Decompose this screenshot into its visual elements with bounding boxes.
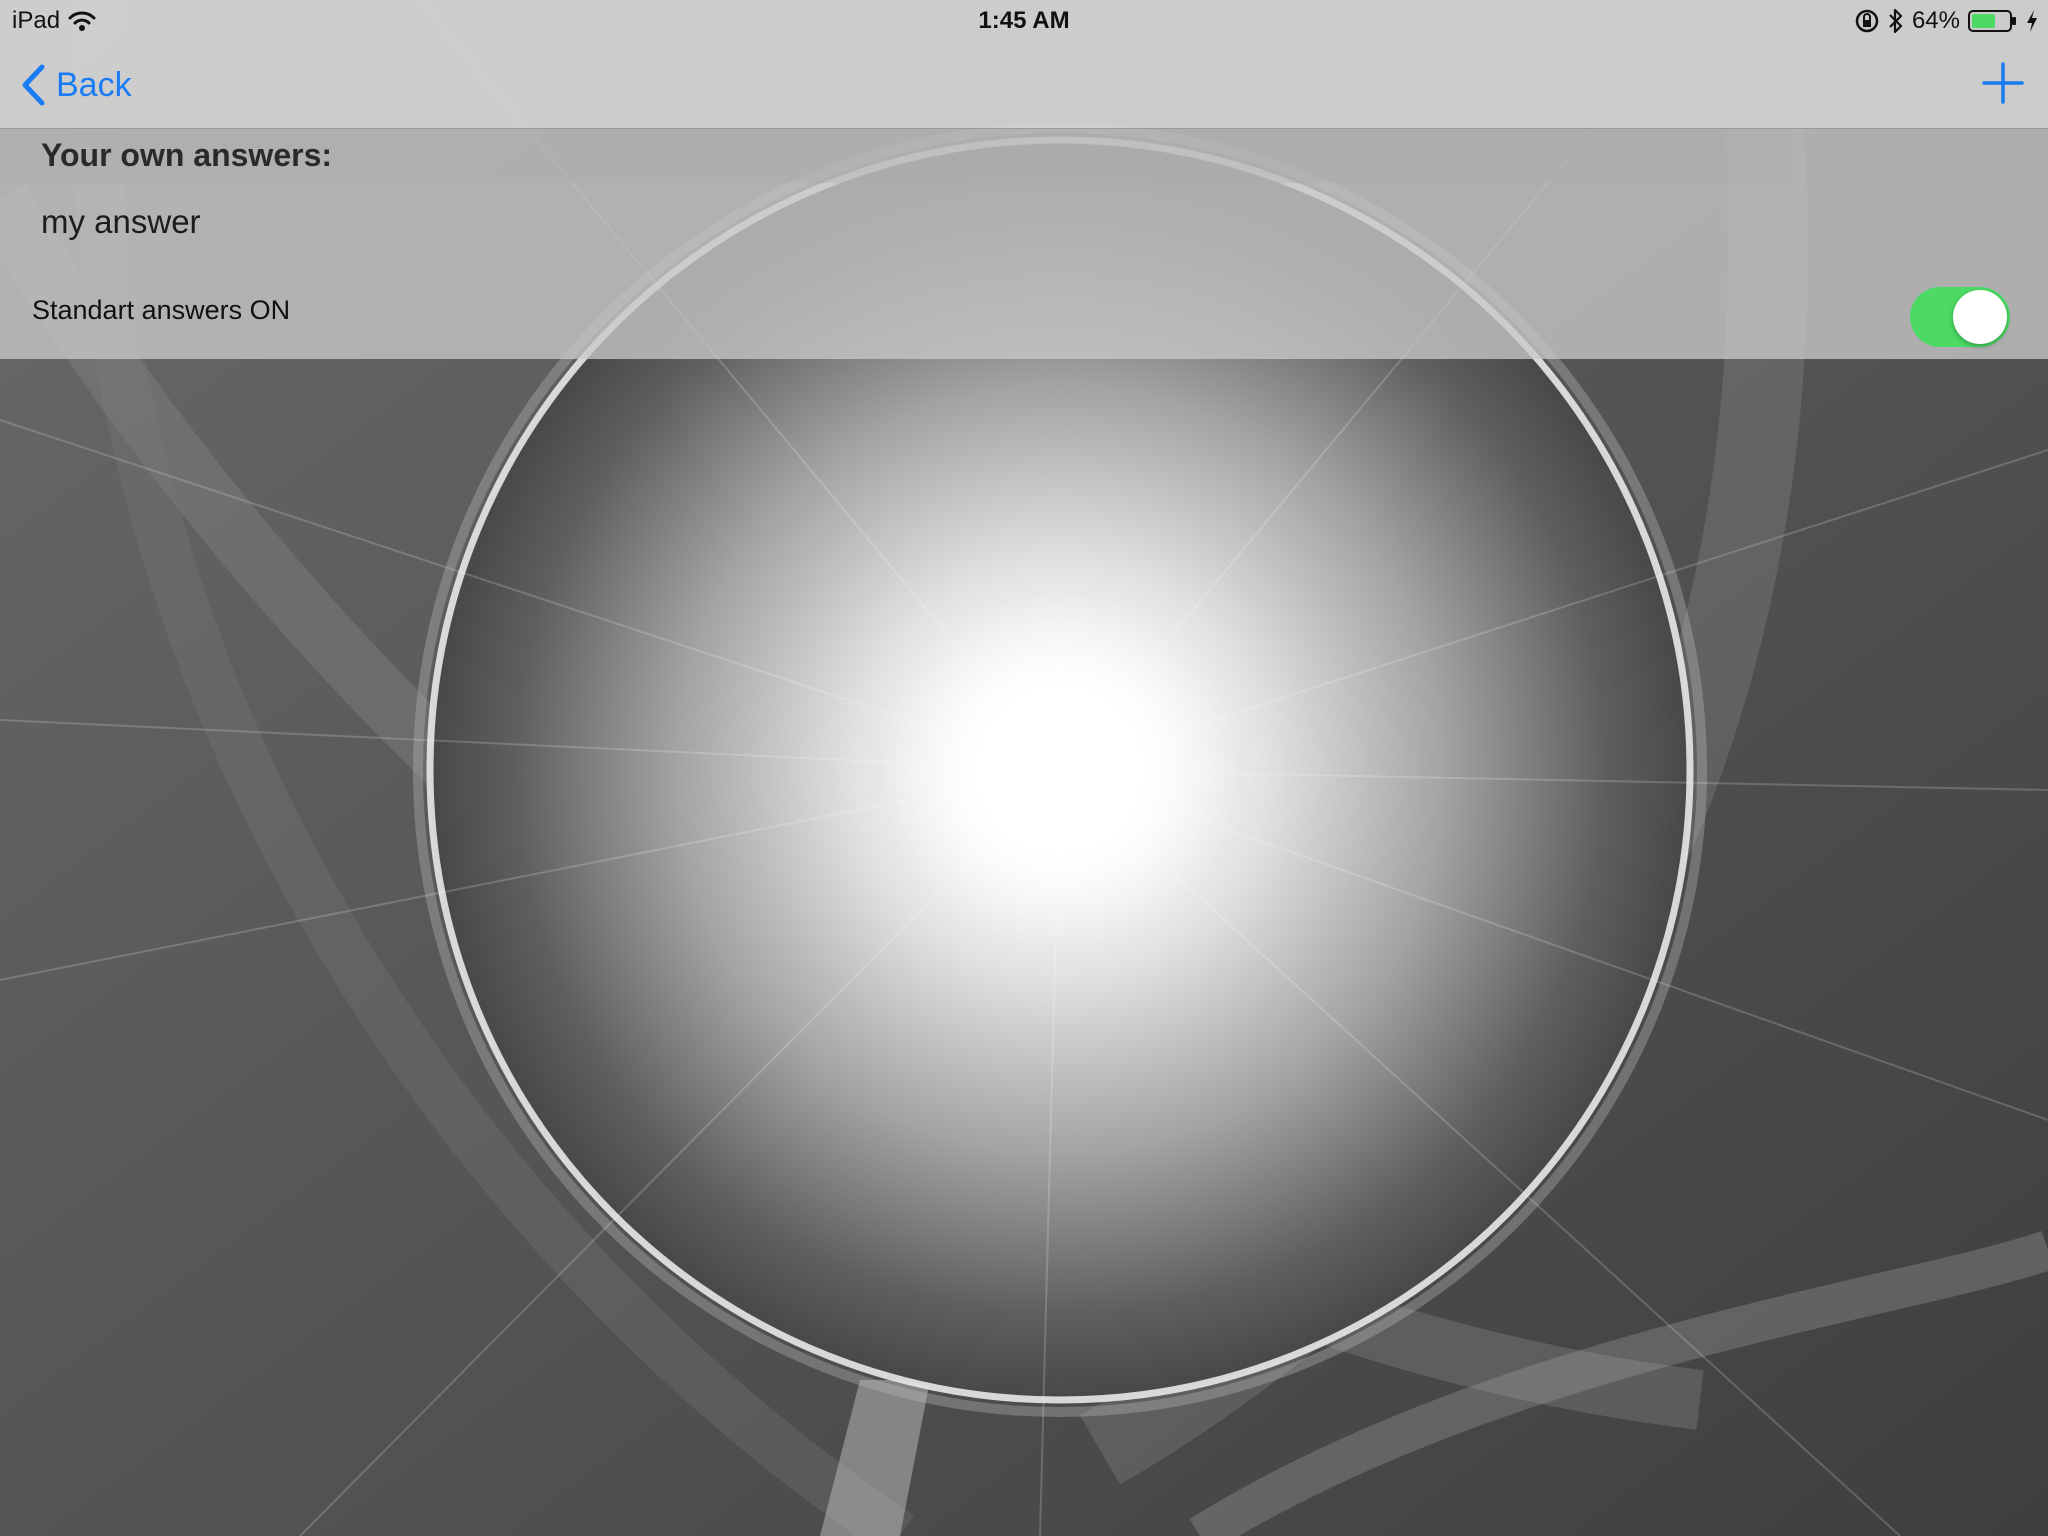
standard-answers-toggle[interactable]	[1910, 287, 2010, 347]
plus-icon	[1982, 62, 2024, 104]
section-header: Your own answers:	[0, 129, 1793, 183]
standard-answers-label: Standart answers ON	[32, 295, 291, 325]
status-time: 1:45 AM	[978, 7, 1070, 34]
add-answer-button[interactable]	[1978, 58, 2028, 108]
answer-list-item[interactable]: my answer	[0, 183, 1793, 263]
answers-panel: Your own answers: my answer Standart ans…	[0, 129, 2048, 359]
back-button[interactable]: Back	[20, 60, 132, 110]
app-screen: Back iPad 1:45 AM 64% Your own answers: …	[0, 0, 2048, 1536]
standard-answers-row: Standart answers ON	[0, 263, 2048, 359]
section-header-label: Your own answers:	[41, 137, 333, 173]
bluetooth-icon	[1889, 8, 1903, 34]
answer-item-label: my answer	[41, 203, 201, 240]
back-button-label: Back	[56, 65, 132, 104]
rotation-lock-icon	[1855, 9, 1879, 33]
chevron-left-icon	[22, 64, 45, 106]
battery-percent: 64%	[1911, 7, 1960, 34]
toggle-knob	[1953, 290, 2007, 344]
battery-icon	[1968, 10, 2016, 32]
charging-bolt-icon	[2027, 10, 2037, 32]
status-bar: iPad 1:45 AM 64%	[0, 0, 2048, 42]
